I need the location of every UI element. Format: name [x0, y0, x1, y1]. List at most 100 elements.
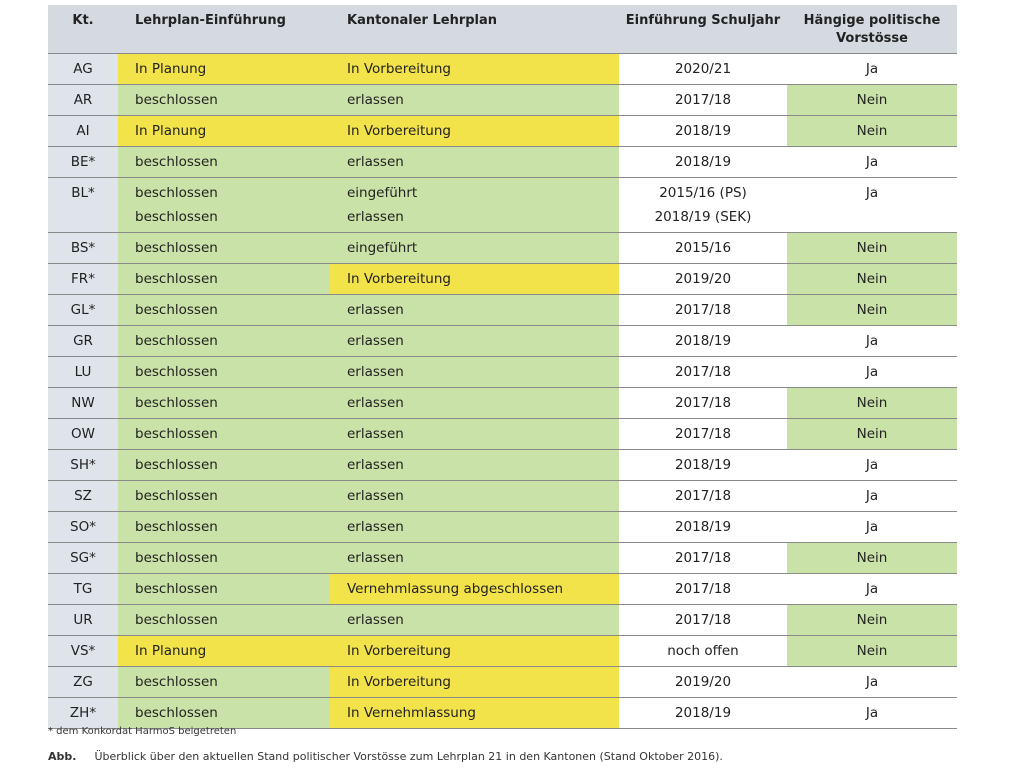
canton-code: BE*	[70, 154, 96, 170]
kantonaler-lehrplan-status: erlassen	[347, 550, 404, 566]
schuljahr-value: 2018/19	[674, 333, 732, 349]
kantonaler-lehrplan-status: In Vernehmlassung	[347, 705, 476, 721]
vorstoss-cell: Ja	[787, 698, 957, 728]
kantonaler-lehrplan-cell: erlassen	[330, 295, 619, 325]
schuljahr-cell: 2017/18	[619, 605, 787, 635]
lehrplan-einfuehrung-status: beschlossen	[135, 185, 218, 201]
kantonaler-lehrplan-status: In Vorbereitung	[347, 674, 451, 690]
table-row: NW beschlossen erlassen 2017/18 Nein	[48, 388, 957, 419]
canton-cell: BE*	[48, 147, 118, 177]
kantonaler-lehrplan-status: In Vorbereitung	[347, 123, 451, 139]
canton-code: AR	[73, 92, 93, 108]
canton-code: BS*	[70, 240, 96, 256]
kantonaler-lehrplan-cell: eingeführt erlassen	[330, 178, 619, 232]
figure-caption: Abb. Überblick über den aktuellen Stand p…	[48, 750, 723, 763]
schuljahr-cell: 2018/19	[619, 450, 787, 480]
lehrplan-einfuehrung-cell: beschlossen	[118, 85, 330, 115]
canton-code: ZG	[73, 674, 93, 690]
schuljahr-value: 2019/20	[674, 271, 732, 287]
lehrplan-einfuehrung-status: beschlossen	[135, 271, 218, 287]
schuljahr-cell: noch offen	[619, 636, 787, 666]
lehrplan-einfuehrung-cell: In Planung	[118, 54, 330, 84]
vorstoss-cell: Nein	[787, 233, 957, 263]
vorstoss-value: Ja	[865, 185, 879, 201]
table-row: BL* beschlossen beschlossen eingeführt erlas…	[48, 178, 957, 233]
schuljahr-cell: 2020/21	[619, 54, 787, 84]
schuljahr-value: 2019/20	[674, 674, 732, 690]
lehrplan-einfuehrung-cell: beschlossen	[118, 481, 330, 511]
lehrplan-einfuehrung-status: beschlossen	[135, 612, 218, 628]
canton-table: Kt. Lehrplan-Einführung Kantonaler Lehrp…	[48, 5, 957, 729]
lehrplan-einfuehrung-status: beschlossen	[135, 581, 218, 597]
kantonaler-lehrplan-status: erlassen	[347, 333, 404, 349]
kantonaler-lehrplan-status: eingeführt	[347, 185, 418, 201]
lehrplan-einfuehrung-status: beschlossen	[135, 92, 218, 108]
schuljahr-value: 2018/19	[674, 705, 732, 721]
canton-cell: NW	[48, 388, 118, 418]
lehrplan-einfuehrung-status: In Planung	[135, 123, 207, 139]
lehrplan-einfuehrung-cell: beschlossen beschlossen	[118, 178, 330, 232]
lehrplan-einfuehrung-cell: beschlossen	[118, 264, 330, 294]
schuljahr-cell: 2018/19	[619, 698, 787, 728]
schuljahr-cell: 2019/20	[619, 667, 787, 697]
lehrplan-einfuehrung-status: beschlossen	[135, 550, 218, 566]
kantonaler-lehrplan-cell: erlassen	[330, 605, 619, 635]
table-row: BS* beschlossen eingeführt 2015/16 Nein	[48, 233, 957, 264]
vorstoss-value: Ja	[865, 488, 879, 504]
table-row: FR* beschlossen In Vorbereitung 2019/20 Nein	[48, 264, 957, 295]
vorstoss-value: Ja	[865, 457, 879, 473]
vorstoss-cell: Nein	[787, 85, 957, 115]
header-einfuehrung-schuljahr: Einführung Schuljahr	[625, 13, 781, 28]
table-row: OW beschlossen erlassen 2017/18 Nein	[48, 419, 957, 450]
canton-code: UR	[73, 612, 93, 628]
canton-cell: SG*	[48, 543, 118, 573]
table-row: ZG beschlossen In Vorbereitung 2019/20 Ja	[48, 667, 957, 698]
vorstoss-cell: Nein	[787, 636, 957, 666]
footnote: * dem Konkordat HarmoS beigetreten	[48, 726, 237, 737]
table-row: BE* beschlossen erlassen 2018/19 Ja	[48, 147, 957, 178]
table-row: AI In Planung In Vorbereitung 2018/19 Nein	[48, 116, 957, 147]
vorstoss-value: Nein	[856, 271, 888, 287]
table-row: SH* beschlossen erlassen 2018/19 Ja	[48, 450, 957, 481]
schuljahr-cell: 2018/19	[619, 116, 787, 146]
lehrplan-einfuehrung-cell: beschlossen	[118, 147, 330, 177]
vorstoss-value: Ja	[865, 333, 879, 349]
vorstoss-cell: Ja	[787, 147, 957, 177]
schuljahr-cell: 2017/18	[619, 419, 787, 449]
lehrplan-einfuehrung-cell: beschlossen	[118, 295, 330, 325]
vorstoss-cell: Ja	[787, 481, 957, 511]
kantonaler-lehrplan-cell: erlassen	[330, 147, 619, 177]
vorstoss-cell: Ja	[787, 357, 957, 387]
vorstoss-cell: Nein	[787, 116, 957, 146]
vorstoss-cell: Nein	[787, 295, 957, 325]
schuljahr-value: 2017/18	[674, 612, 732, 628]
kantonaler-lehrplan-cell: Vernehmlassung abgeschlossen	[330, 574, 619, 604]
schuljahr-value: noch offen	[667, 643, 739, 659]
canton-cell: GL*	[48, 295, 118, 325]
vorstoss-cell: Ja	[787, 512, 957, 542]
vorstoss-value: Ja	[865, 519, 879, 535]
canton-code: BL*	[71, 185, 95, 201]
kantonaler-lehrplan-cell: In Vorbereitung	[330, 116, 619, 146]
header-kantonaler-lehrplan: Kantonaler Lehrplan	[347, 13, 498, 28]
kantonaler-lehrplan-cell: erlassen	[330, 419, 619, 449]
lehrplan-einfuehrung-cell: beschlossen	[118, 605, 330, 635]
vorstoss-value: Ja	[865, 674, 879, 690]
schuljahr-cell: 2017/18	[619, 481, 787, 511]
kantonaler-lehrplan-status: erlassen	[347, 364, 404, 380]
vorstoss-value: Ja	[865, 364, 879, 380]
vorstoss-value: Nein	[856, 123, 888, 139]
canton-code: AI	[76, 123, 90, 139]
schuljahr-cell: 2017/18	[619, 295, 787, 325]
schuljahr-value: 2017/18	[674, 92, 732, 108]
kantonaler-lehrplan-cell: erlassen	[330, 85, 619, 115]
kantonaler-lehrplan-cell: erlassen	[330, 450, 619, 480]
schuljahr-value: 2017/18	[674, 364, 732, 380]
vorstoss-cell: Nein	[787, 264, 957, 294]
schuljahr-cell: 2015/16	[619, 233, 787, 263]
kantonaler-lehrplan-cell: In Vernehmlassung	[330, 698, 619, 728]
canton-code: AG	[73, 61, 93, 77]
vorstoss-value: Nein	[856, 612, 888, 628]
schuljahr-cell: 2017/18	[619, 543, 787, 573]
vorstoss-cell: Ja	[787, 54, 957, 84]
